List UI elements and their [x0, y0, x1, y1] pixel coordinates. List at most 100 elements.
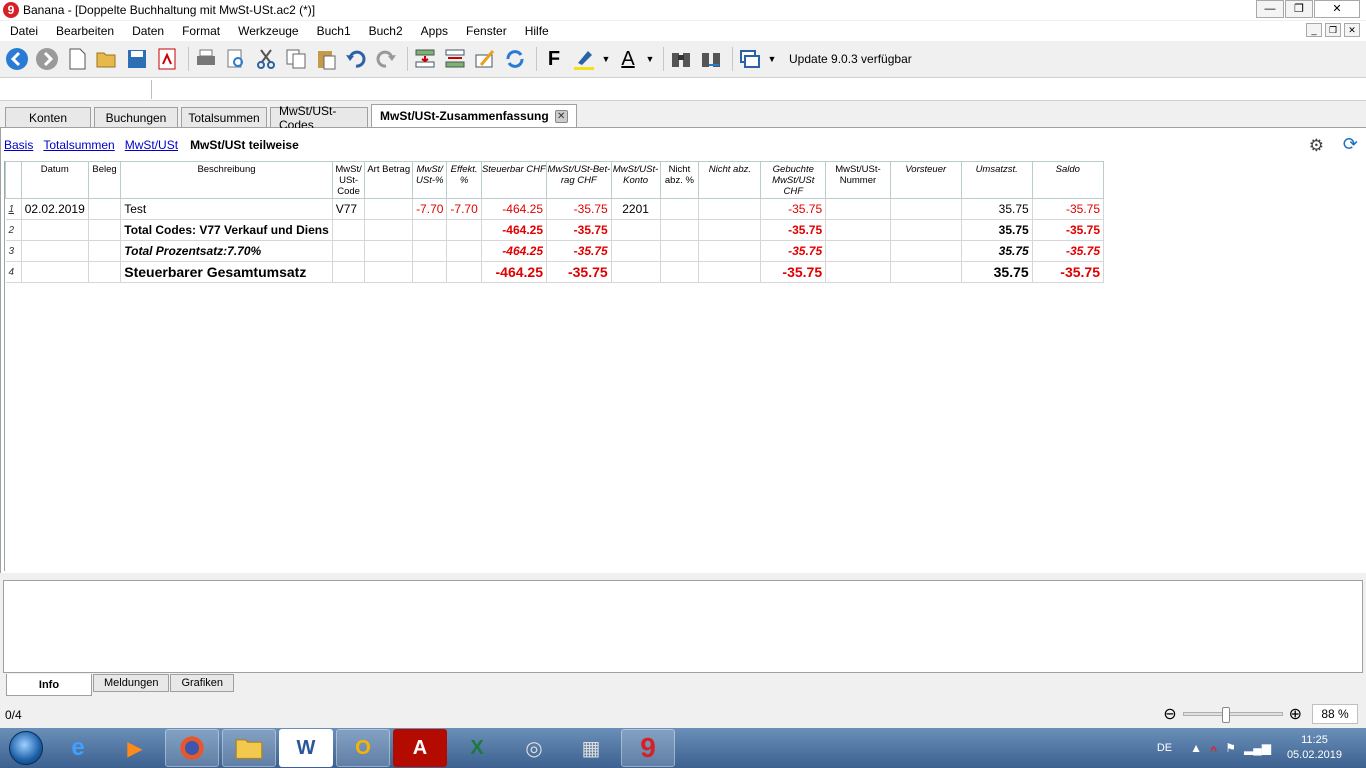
- cell-betrag[interactable]: -35.75: [546, 240, 612, 262]
- tab-buchungen[interactable]: Buchungen: [94, 107, 178, 127]
- new-file-icon[interactable]: [64, 46, 90, 72]
- menu-datei[interactable]: Datei: [0, 24, 46, 38]
- cell-umsatz[interactable]: 35.75: [961, 198, 1033, 220]
- cell-nummer[interactable]: [825, 219, 891, 241]
- chevron-down-icon[interactable]: ▼: [767, 46, 777, 72]
- paste-icon[interactable]: [313, 46, 339, 72]
- antivirus-icon[interactable]: ⍲: [1210, 741, 1217, 756]
- cell-code[interactable]: [332, 261, 366, 283]
- cell-nicht-abz[interactable]: [698, 240, 762, 262]
- language-indicator[interactable]: DE: [1157, 742, 1172, 754]
- cell-art[interactable]: [364, 198, 414, 220]
- undo-icon[interactable]: [343, 46, 369, 72]
- col-konto-header[interactable]: MwSt/USt- Konto: [610, 161, 661, 199]
- cell-beleg[interactable]: [88, 261, 122, 283]
- window-switch-icon[interactable]: [737, 46, 763, 72]
- cell-konto[interactable]: 2201: [611, 198, 661, 220]
- menu-fenster[interactable]: Fenster: [456, 24, 515, 38]
- cell-saldo[interactable]: -35.75: [1032, 198, 1105, 220]
- pdf-icon[interactable]: [154, 46, 180, 72]
- forward-button[interactable]: [34, 46, 60, 72]
- menu-daten[interactable]: Daten: [122, 24, 172, 38]
- row-number[interactable]: 3: [5, 240, 22, 262]
- word-icon[interactable]: W: [279, 729, 333, 767]
- explorer-folder-icon[interactable]: [222, 729, 276, 767]
- col-datum-header[interactable]: Datum: [20, 161, 89, 199]
- row-number[interactable]: 4: [5, 261, 22, 283]
- save-icon[interactable]: [124, 46, 150, 72]
- copy-icon[interactable]: [283, 46, 309, 72]
- update-notice[interactable]: Update 9.0.3 verfügbar: [789, 52, 912, 66]
- col-saldo-header[interactable]: Saldo: [1031, 161, 1105, 199]
- table-row[interactable]: 3 Total Prozentsatz:7.70% -464.25 -35.75: [5, 240, 1105, 262]
- cell-beleg[interactable]: [88, 219, 122, 241]
- menu-werkzeuge[interactable]: Werkzeuge: [228, 24, 306, 38]
- excel-icon[interactable]: X: [450, 729, 504, 767]
- col-nicht-abz-header[interactable]: Nicht abz.: [698, 161, 762, 199]
- doc-restore-button[interactable]: ❐: [1325, 23, 1341, 37]
- cell-art[interactable]: [364, 261, 414, 283]
- zoom-in-icon[interactable]: ⊕: [1289, 704, 1302, 724]
- spiral-app-icon[interactable]: ◎: [507, 729, 561, 767]
- cell-saldo[interactable]: -35.75: [1032, 240, 1105, 262]
- cell-nicht-pct[interactable]: [660, 219, 700, 241]
- close-tab-icon[interactable]: ✕: [554, 109, 568, 123]
- zoom-slider-thumb[interactable]: [1221, 707, 1230, 723]
- table-row[interactable]: 1 02.02.2019 Test V77 -7.70 -7.70 -464.2…: [5, 198, 1105, 220]
- cell-beschreibung[interactable]: Total Codes: V77 Verkauf und Diens: [120, 219, 333, 241]
- cell-datum[interactable]: [21, 240, 89, 262]
- row-number[interactable]: 2: [5, 219, 22, 241]
- redo-icon[interactable]: [373, 46, 399, 72]
- col-effekt-header[interactable]: Effekt. %: [446, 161, 482, 199]
- find-icon[interactable]: [668, 46, 694, 72]
- col-ust-pct-header[interactable]: MwSt/ USt-%: [412, 161, 448, 199]
- col-umsatz-header[interactable]: Umsatzst.: [960, 161, 1033, 199]
- cell-saldo[interactable]: -35.75: [1032, 261, 1105, 283]
- cell-steuerbar[interactable]: -464.25: [481, 240, 548, 262]
- col-steuerbar-header[interactable]: Steuerbar CHF: [480, 161, 548, 199]
- cell-ust-pct[interactable]: -7.70: [412, 198, 448, 220]
- cell-datum[interactable]: [21, 261, 89, 283]
- cell-umsatz[interactable]: 35.75: [961, 219, 1033, 241]
- cell-art[interactable]: [364, 219, 414, 241]
- col-betrag-header[interactable]: MwSt/USt-Bet- rag CHF: [546, 161, 612, 199]
- col-nicht-pct-header[interactable]: Nicht abz. %: [659, 161, 700, 199]
- font-color-button[interactable]: A: [615, 46, 641, 72]
- maximize-button[interactable]: ❐: [1285, 0, 1313, 18]
- cell-gebucht[interactable]: -35.75: [760, 198, 827, 220]
- cell-betrag[interactable]: -35.75: [546, 198, 612, 220]
- chevron-down-icon[interactable]: ▼: [645, 46, 655, 72]
- back-button[interactable]: [4, 46, 30, 72]
- network-icon[interactable]: ▂▄▆: [1244, 741, 1271, 755]
- table-row[interactable]: 4 Steuerbarer Gesamtumsatz -464.25 -35.7…: [5, 261, 1105, 283]
- zoom-out-icon[interactable]: ⊖: [1163, 704, 1176, 724]
- cell-steuerbar[interactable]: -464.25: [481, 261, 548, 283]
- menu-apps[interactable]: Apps: [411, 24, 456, 38]
- cell-vorsteuer[interactable]: [890, 240, 962, 262]
- cell-gebucht[interactable]: -35.75: [760, 240, 827, 262]
- col-vorsteuer-header[interactable]: Vorsteuer: [889, 161, 962, 199]
- cell-konto[interactable]: [611, 261, 661, 283]
- cell-konto[interactable]: [611, 240, 661, 262]
- col-code-header[interactable]: MwSt/ USt- Code: [331, 161, 366, 199]
- view-mwst-link[interactable]: MwSt/USt: [125, 138, 178, 152]
- cell-nummer[interactable]: [825, 261, 891, 283]
- internet-explorer-icon[interactable]: e: [51, 729, 105, 767]
- cell-datum[interactable]: 02.02.2019: [21, 198, 89, 220]
- cell-effekt[interactable]: [446, 261, 482, 283]
- cell-effekt[interactable]: [446, 219, 482, 241]
- edit-pencil-icon[interactable]: [472, 46, 498, 72]
- cell-nicht-pct[interactable]: [660, 261, 700, 283]
- cell-nicht-pct[interactable]: [660, 240, 700, 262]
- cell-beschreibung[interactable]: Steuerbarer Gesamtumsatz: [120, 261, 333, 283]
- gear-icon[interactable]: ⚙: [1309, 136, 1324, 156]
- cell-gebucht[interactable]: -35.75: [760, 219, 827, 241]
- view-basis-link[interactable]: Basis: [4, 138, 33, 152]
- doc-minimize-button[interactable]: _: [1306, 23, 1322, 37]
- tab-grafiken[interactable]: Grafiken: [170, 674, 235, 692]
- cell-vorsteuer[interactable]: [890, 198, 962, 220]
- cell-vorsteuer[interactable]: [890, 261, 962, 283]
- cell-steuerbar[interactable]: -464.25: [481, 219, 548, 241]
- acrobat-icon[interactable]: A: [393, 729, 447, 767]
- clock[interactable]: 11:25 05.02.2019: [1287, 733, 1342, 763]
